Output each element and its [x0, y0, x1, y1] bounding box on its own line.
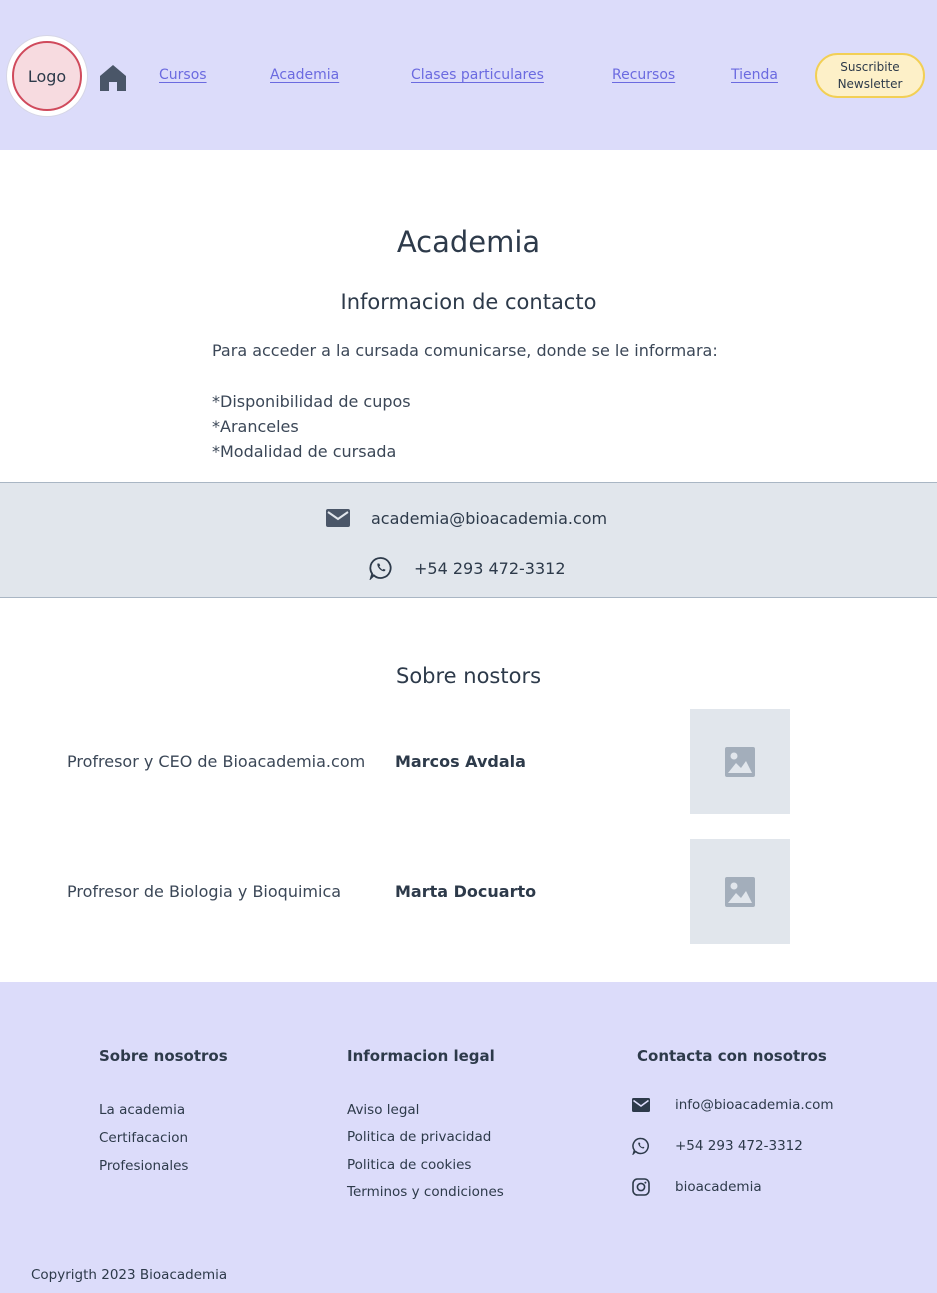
home-icon[interactable]: [99, 64, 127, 92]
site-header: Logo Cursos Academia Clases particulares…: [0, 0, 937, 150]
footer-phone[interactable]: +54 293 472-3312: [675, 1138, 803, 1154]
member-role: Profresor de Biologia y Bioquimica: [67, 882, 342, 901]
footer-link-aviso-legal[interactable]: Aviso legal: [347, 1102, 419, 1118]
member-name: Marcos Avdala: [395, 752, 526, 771]
newsletter-label-line2: Newsletter: [837, 76, 903, 91]
member-photo: [690, 709, 790, 814]
contact-email[interactable]: academia@bioacademia.com: [371, 509, 607, 528]
image-placeholder-icon: [725, 876, 755, 907]
footer-link-profesionales[interactable]: Profesionales: [99, 1158, 188, 1174]
member-photo: [690, 839, 790, 944]
footer-instagram-row[interactable]: bioacademia: [632, 1178, 762, 1196]
nav-link-clases-particulares[interactable]: Clases particulares: [411, 67, 544, 83]
logo[interactable]: Logo: [7, 36, 87, 116]
footer-heading-legal: Informacion legal: [347, 1047, 495, 1065]
nav-link-academia[interactable]: Academia: [270, 67, 339, 83]
footer-phone-row[interactable]: +54 293 472-3312: [632, 1137, 803, 1155]
newsletter-button[interactable]: Suscribite Newsletter: [815, 53, 925, 98]
section-subtitle: Informacion de contacto: [340, 290, 597, 314]
member-role: Profresor y CEO de Bioacademia.com: [67, 752, 366, 771]
whatsapp-icon: [632, 1137, 649, 1155]
footer-link-terminos[interactable]: Terminos y condiciones: [347, 1184, 504, 1200]
contact-phone-row[interactable]: +54 293 472-3312: [369, 556, 566, 580]
whatsapp-icon: [369, 557, 392, 580]
image-placeholder-icon: [725, 746, 755, 777]
contact-band: academia@bioacademia.com +54 293 472-331…: [0, 482, 937, 598]
intro-text: Para acceder a la cursada comunicarse, d…: [212, 341, 718, 360]
mail-icon: [326, 509, 350, 527]
contact-email-row[interactable]: academia@bioacademia.com: [326, 508, 607, 528]
contact-phone[interactable]: +54 293 472-3312: [414, 559, 566, 578]
bullet-item: *Disponibilidad de cupos: [212, 392, 411, 411]
bullet-item: *Aranceles: [212, 417, 299, 436]
footer-email[interactable]: info@bioacademia.com: [675, 1097, 834, 1113]
nav-link-tienda[interactable]: Tienda: [731, 67, 778, 83]
footer-heading-about: Sobre nosotros: [99, 1047, 228, 1065]
newsletter-label-line1: Suscribite: [840, 59, 900, 74]
instagram-icon: [632, 1178, 650, 1196]
footer-link-certificacion[interactable]: Certifacacion: [99, 1130, 188, 1146]
footer-instagram[interactable]: bioacademia: [675, 1179, 762, 1195]
footer-link-cookies[interactable]: Politica de cookies: [347, 1157, 471, 1173]
page-title: Academia: [396, 225, 541, 259]
nav-link-recursos[interactable]: Recursos: [612, 67, 675, 83]
footer-link-privacidad[interactable]: Politica de privacidad: [347, 1129, 491, 1145]
footer-email-row[interactable]: info@bioacademia.com: [632, 1096, 834, 1114]
footer-link-la-academia[interactable]: La academia: [99, 1102, 185, 1118]
bullet-item: *Modalidad de cursada: [212, 442, 397, 461]
copyright: Copyrigth 2023 Bioacademia: [31, 1267, 228, 1283]
mail-icon: [632, 1098, 650, 1112]
nav-link-cursos[interactable]: Cursos: [159, 67, 207, 83]
member-name: Marta Docuarto: [395, 882, 537, 901]
site-footer: Sobre nosotros La academia Certifacacion…: [0, 982, 937, 1293]
logo-label[interactable]: Logo: [12, 41, 82, 111]
footer-heading-contact: Contacta con nosotros: [637, 1047, 827, 1065]
about-title: Sobre nostors: [395, 664, 542, 688]
